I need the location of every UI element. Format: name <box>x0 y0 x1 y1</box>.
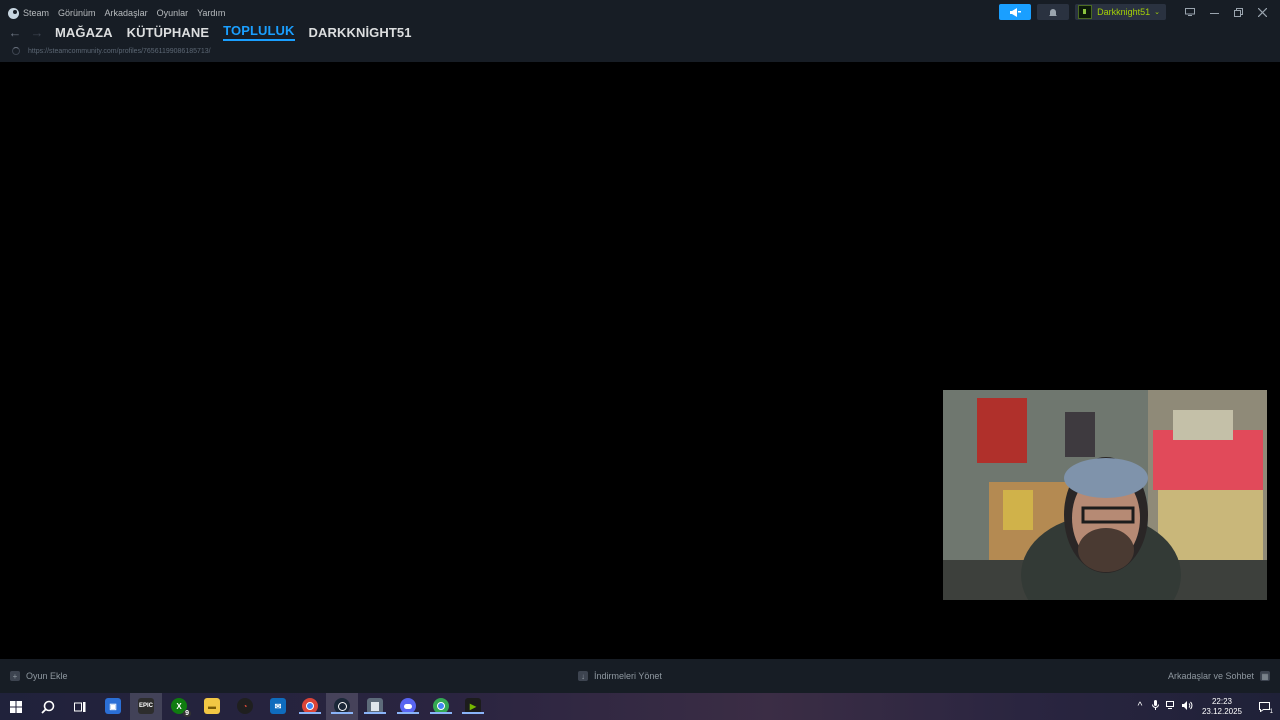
webcam-feed-image <box>943 390 1267 600</box>
menu-friends[interactable]: Arkadaşlar <box>105 8 148 18</box>
big-picture-button[interactable] <box>1178 4 1202 20</box>
search-icon[interactable] <box>38 697 58 716</box>
window-controls: Darkknight51 ⌄ <box>999 4 1274 20</box>
volume-icon[interactable] <box>1180 700 1196 713</box>
chrome-profile-icon[interactable] <box>430 698 452 714</box>
notepad-icon[interactable] <box>364 698 386 714</box>
back-arrow-icon[interactable]: ← <box>8 25 22 40</box>
menu-bar: Steam Görünüm Arkadaşlar Oyunlar Yardım <box>8 6 234 20</box>
xbox-badge: 9 <box>183 710 191 717</box>
network-icon[interactable] <box>1164 700 1180 713</box>
notifications-button[interactable] <box>1037 4 1070 20</box>
tab-community[interactable]: TOPLULUK <box>223 23 295 41</box>
megaphone-icon <box>1009 7 1021 17</box>
clock-time: 22:23 <box>1211 696 1232 706</box>
webcam-overlay <box>943 390 1267 600</box>
discord-icon[interactable] <box>397 698 419 714</box>
tab-library[interactable]: KÜTÜPHANE <box>127 25 210 40</box>
windows-taskbar: ▣ EPIC X 9 ▬ ◔ ✉ ▶ ^ 22:23 23.12.2025 1 <box>0 693 1280 720</box>
clock-date: 23.12.2025 <box>1201 706 1242 716</box>
download-icon: ↓ <box>578 671 588 681</box>
clock[interactable]: 22:23 23.12.2025 <box>1202 697 1242 717</box>
close-button[interactable] <box>1250 4 1274 20</box>
manage-downloads-label: İndirmeleri Yönet <box>594 671 662 681</box>
main-navigation: ← → MAĞAZA KÜTÜPHANE TOPLULUK DARKKNİGHT… <box>8 23 426 41</box>
speedometer-icon[interactable]: ◔ <box>237 698 253 714</box>
system-tray: ^ 22:23 23.12.2025 1 <box>1132 693 1280 720</box>
xbox-icon[interactable]: X 9 <box>171 698 191 717</box>
minimize-icon <box>1209 12 1219 14</box>
outlook-icon[interactable]: ✉ <box>270 698 286 714</box>
monitor-icon <box>1185 8 1195 16</box>
bell-icon <box>1049 8 1058 16</box>
task-view-icon[interactable] <box>70 697 90 716</box>
loading-spinner-icon <box>12 47 20 55</box>
close-icon <box>1257 7 1267 17</box>
chrome-icon[interactable] <box>299 698 321 714</box>
restore-button[interactable] <box>1226 4 1250 20</box>
windows-start-icon[interactable] <box>6 697 26 716</box>
url-bar: https://steamcommunity.com/profiles/7656… <box>12 46 211 56</box>
store-icon[interactable]: ▣ <box>105 698 121 714</box>
url-text[interactable]: https://steamcommunity.com/profiles/7656… <box>28 48 211 55</box>
restore-icon <box>1233 7 1243 17</box>
steam-logo-icon <box>8 7 19 19</box>
steam-titlebar: Steam Görünüm Arkadaşlar Oyunlar Yardım … <box>0 0 1280 62</box>
announcements-button[interactable] <box>999 4 1032 20</box>
steam-icon[interactable] <box>331 698 353 714</box>
friends-chat-button[interactable]: Arkadaşlar ve Sohbet ▦ <box>1168 669 1270 683</box>
epic-games-icon[interactable]: EPIC <box>138 698 154 714</box>
chat-icon: ▦ <box>1260 671 1270 681</box>
tab-profile[interactable]: DARKKNİGHT51 <box>309 25 412 40</box>
menu-games[interactable]: Oyunlar <box>157 8 189 18</box>
notification-count: 1 <box>1269 708 1273 715</box>
add-game-label: Oyun Ekle <box>26 671 68 681</box>
plus-icon: + <box>10 671 20 681</box>
account-menu-button[interactable]: Darkknight51 ⌄ <box>1075 4 1166 20</box>
action-center-button[interactable]: 1 <box>1254 697 1274 717</box>
forward-arrow-icon[interactable]: → <box>30 25 44 40</box>
notification-icon <box>1258 701 1270 712</box>
menu-steam[interactable]: Steam <box>23 8 49 18</box>
microphone-icon[interactable] <box>1148 700 1164 713</box>
menu-view[interactable]: Görünüm <box>58 8 96 18</box>
avatar <box>1078 5 1093 19</box>
steam-bottom-bar: + Oyun Ekle ↓ İndirmeleri Yönet Arkadaşl… <box>0 659 1280 693</box>
menu-help[interactable]: Yardım <box>197 8 225 18</box>
add-game-button[interactable]: + Oyun Ekle <box>10 669 68 683</box>
friends-chat-label: Arkadaşlar ve Sohbet <box>1167 671 1254 681</box>
tab-store[interactable]: MAĞAZA <box>55 25 113 40</box>
file-explorer-icon[interactable]: ▬ <box>204 698 220 714</box>
chevron-up-icon[interactable]: ^ <box>1132 701 1148 712</box>
nvidia-icon[interactable]: ▶ <box>462 698 484 714</box>
minimize-button[interactable] <box>1202 4 1226 20</box>
manage-downloads-button[interactable]: ↓ İndirmeleri Yönet <box>578 669 662 683</box>
account-name: Darkknight51 <box>1097 7 1151 17</box>
chevron-down-icon: ⌄ <box>1154 9 1160 16</box>
